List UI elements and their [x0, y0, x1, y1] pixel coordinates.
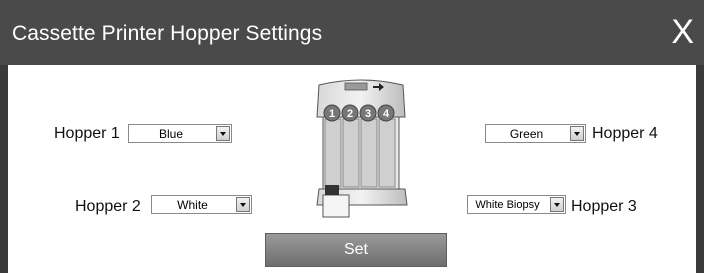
hopper-4-label: Hopper 4 [592, 125, 658, 142]
hopper-4-select[interactable]: Green [485, 124, 586, 143]
dialog-content: Hopper 1 Blue Hopper 2 White Green Hoppe… [8, 65, 696, 273]
set-button[interactable]: Set [265, 233, 447, 267]
hopper-1-select[interactable]: Blue [128, 124, 232, 143]
hopper-2-select[interactable]: White [151, 195, 252, 214]
dialog-title: Cassette Printer Hopper Settings [12, 22, 323, 45]
hopper-4-value: Green [509, 126, 544, 141]
hopper-settings-dialog: Cassette Printer Hopper Settings X Hoppe… [0, 0, 704, 273]
chevron-down-icon[interactable] [236, 197, 250, 212]
hopper-3-label: Hopper 3 [571, 198, 637, 215]
slot-number-1: 1 [329, 108, 335, 120]
hopper-2-value: White [177, 197, 208, 212]
cassette-printer-image: 1 2 3 4 [316, 79, 408, 218]
hopper-3-select[interactable]: White Biopsy [467, 195, 566, 214]
chevron-down-icon[interactable] [550, 197, 564, 212]
slot-number-2: 2 [347, 108, 353, 120]
hopper-1-value: Blue [158, 126, 184, 141]
slot-number-4: 4 [383, 108, 390, 120]
dialog-titlebar: Cassette Printer Hopper Settings X [0, 0, 704, 65]
close-button[interactable]: X [671, 14, 694, 50]
hopper-2-label: Hopper 2 [75, 198, 141, 215]
hopper-1-label: Hopper 1 [54, 125, 120, 142]
hopper-3-value: White Biopsy [475, 198, 540, 211]
slot-number-3: 3 [365, 108, 371, 120]
chevron-down-icon[interactable] [570, 126, 584, 141]
chevron-down-icon[interactable] [216, 126, 230, 141]
